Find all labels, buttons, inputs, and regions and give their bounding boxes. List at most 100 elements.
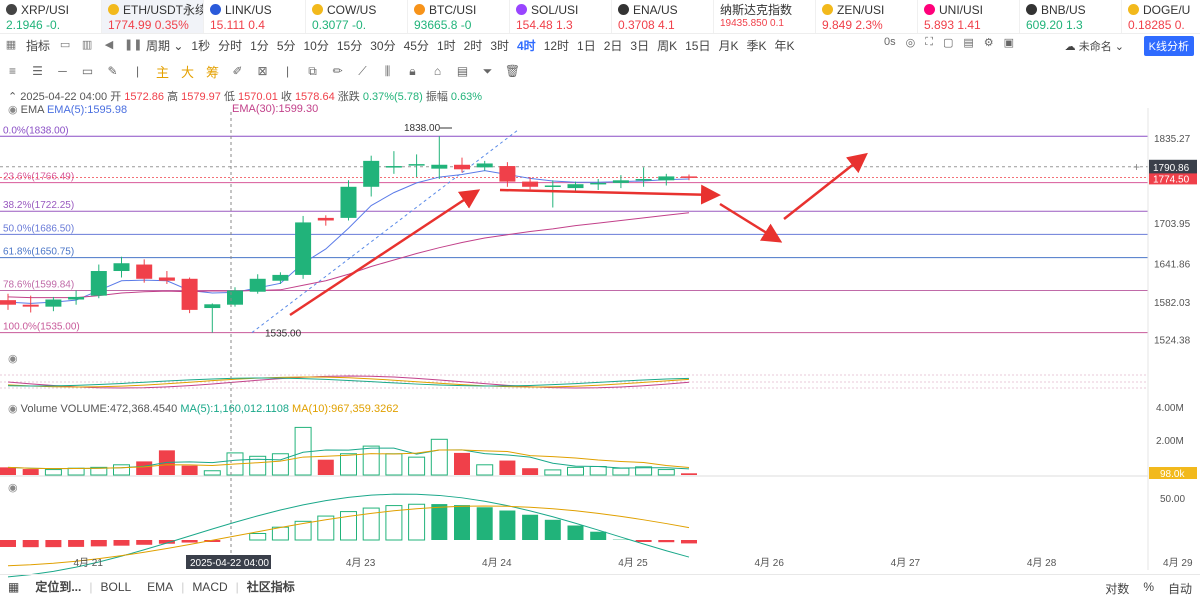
volume-bar [22,469,39,475]
percent-button[interactable]: % [1143,580,1154,597]
candle-body [340,186,357,218]
candle-body [45,299,62,307]
macd-bar [431,504,448,540]
macd-bar [635,540,652,542]
macd-bar [68,540,85,547]
volume-bar [340,453,357,476]
volume-tick: 4.00M [1156,403,1184,414]
macd-bar [544,519,561,540]
macd-bar [454,505,470,540]
eye-icon: ◉ [8,482,18,494]
crosshair-date: 2025-04-22 04:00 [190,558,269,569]
candle-body [136,264,153,279]
candle-body [90,271,107,296]
volume-bar [44,469,62,476]
candle-body [68,296,85,300]
eye-icon[interactable]: ◉ [8,403,18,415]
volume-bar [362,445,380,476]
macd-bar [681,540,697,544]
price-tick: 1703.95 [1154,219,1191,230]
price-tick: 1774.50 [1153,174,1190,185]
macd-button[interactable]: MACD [184,580,235,594]
macd-bar [90,540,107,547]
candle-body [385,166,402,168]
locate-button[interactable]: 定位到... [27,578,89,595]
candle-body [181,278,198,310]
macd-bar [522,514,539,540]
candle-body [544,185,561,187]
trend-arrow [499,184,721,205]
x-tick-label: 4月 25 [618,557,648,569]
volume-bar [681,473,697,475]
candle-body [499,166,516,182]
volume-bar [476,464,494,476]
price-tick: 1641.86 [1154,259,1191,270]
plus-icon: + [1133,160,1140,174]
x-tick-label: 4月 23 [346,557,376,569]
volume-bar [136,461,153,475]
volume-bar [567,466,584,476]
candle-body [635,179,652,181]
volume-bar [408,456,426,476]
candle-body [431,164,448,169]
volume-bar [67,467,85,476]
macd-bar [476,507,493,540]
fib-label: 61.8%(1650.75) [3,247,74,258]
bottom-bar: ▦ 定位到... | BOLL EMA | MACD | 社区指标 对数 % 自… [0,574,1200,598]
volume-bar [271,453,289,476]
trend-arrow [783,152,868,220]
boll-button[interactable]: BOLL [92,580,139,594]
fib-trend-line [251,129,519,333]
price-tick: 1790.86 [1153,163,1190,174]
price-tick: 1524.38 [1154,335,1191,346]
volume-bar [499,460,516,475]
high-annotation: 1838.00 [404,123,441,134]
macd-bar [590,531,607,540]
volume-bar [454,452,470,475]
macd-bar [658,540,675,543]
macd-bar [136,540,153,545]
candle-body [408,164,425,166]
volume-bar [522,468,539,475]
candle-body [204,304,221,309]
macd-bar [181,540,198,543]
ema30-line [7,212,690,299]
ema-button[interactable]: EMA [139,580,181,594]
candle-body [0,300,16,305]
candle-body [681,176,697,178]
fib-label: 100.0%(1535.00) [3,322,80,333]
macd-bar [113,540,130,546]
candle-body [612,180,629,183]
fib-label: 78.6%(1599.84) [3,280,74,291]
candle-body [22,304,39,307]
volume-bar [113,464,130,476]
volume-bar [612,467,630,476]
x-tick-label: 4月 27 [891,557,921,569]
candlestick-chart[interactable]: 0.0%(1838.00)23.6%(1766.49)38.2%(1722.25… [0,0,1200,600]
auto-scale-button[interactable]: 自动 [1168,580,1192,597]
fib-label: 38.2%(1722.25) [3,200,74,211]
macd-bar [249,532,267,541]
x-tick-label: 4月 29 [1163,557,1193,569]
macd-bar [0,540,16,547]
community-indicator-button[interactable]: 社区指标 [239,578,303,595]
price-tick: 1582.03 [1154,298,1191,309]
osc-tick: 50.00 [1160,494,1185,505]
eye-icon: ◉ [8,353,18,365]
macd-bar [499,510,516,540]
volume-bar [181,465,198,475]
fib-label: 0.0%(1838.00) [3,125,69,136]
macd-bar [271,526,289,541]
volume-bar [657,469,675,476]
candle-body [454,164,470,170]
volume-bar [544,469,562,476]
candle-body [272,274,289,281]
log-scale-button[interactable]: 对数 [1105,580,1129,597]
volume-legend: ◉ Volume VOLUME:472,368.4540 MA(5):1,160… [8,403,399,415]
low-annotation: 1535.00 [265,329,302,340]
layout-icon[interactable]: ▦ [0,580,27,594]
volume-bar [589,466,607,476]
candle-body [363,160,380,187]
candle-body [227,290,243,305]
macd-bar [22,540,39,548]
